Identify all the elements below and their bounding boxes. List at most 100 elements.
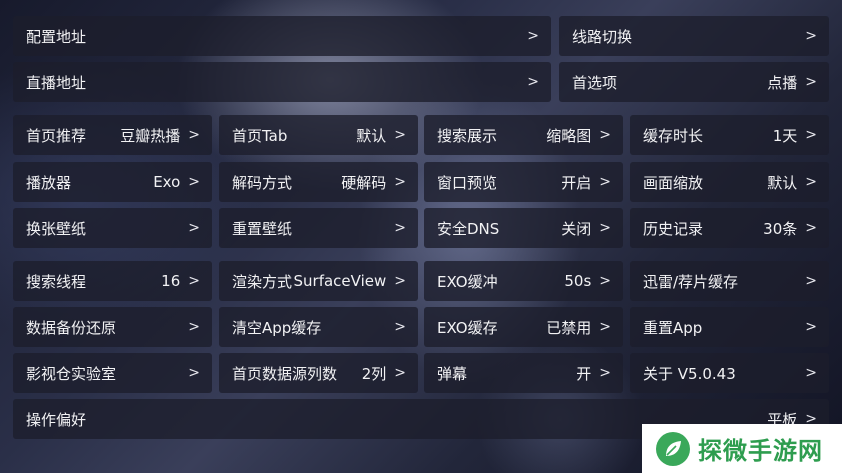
watermark: 探微手游网 xyxy=(642,424,842,473)
setting-right: > xyxy=(805,273,817,289)
setting-right: > xyxy=(527,28,539,44)
setting-label: 重置App xyxy=(643,318,703,337)
leaf-logo-icon xyxy=(656,431,690,466)
setting-item[interactable]: 解码方式 硬解码 > xyxy=(219,162,418,202)
setting-value: 开 xyxy=(576,364,592,383)
setting-label: 播放器 xyxy=(26,173,72,192)
chevron-right-icon: > xyxy=(394,319,406,335)
setting-item[interactable]: 首页数据源列数 2列 > xyxy=(219,353,418,393)
chevron-right-icon: > xyxy=(394,273,406,289)
setting-item[interactable]: 安全DNS 关闭 > xyxy=(424,208,623,248)
setting-item[interactable]: 搜索线程 16 > xyxy=(13,261,212,301)
setting-right: 1天 > xyxy=(773,125,817,146)
setting-item[interactable]: 搜索展示 缩略图 > xyxy=(424,115,623,155)
setting-right: SurfaceView > xyxy=(294,272,406,290)
chevron-right-icon: > xyxy=(599,127,611,143)
chevron-right-icon: > xyxy=(394,174,406,190)
setting-right: 默认 > xyxy=(356,125,406,146)
setting-label: 操作偏好 xyxy=(26,410,87,429)
setting-item[interactable]: 线路切换 > xyxy=(559,16,829,56)
setting-label: 渲染方式 xyxy=(232,272,293,291)
setting-right: > xyxy=(188,319,200,335)
setting-value: 硬解码 xyxy=(341,173,387,192)
chevron-right-icon: > xyxy=(394,127,406,143)
setting-right: 点播 > xyxy=(767,72,817,93)
setting-item[interactable]: EXO缓冲 50s > xyxy=(424,261,623,301)
setting-item[interactable]: 首页推荐 豆瓣热播 > xyxy=(13,115,212,155)
setting-item[interactable]: 首选项 点播 > xyxy=(559,62,829,102)
setting-right: > xyxy=(805,319,817,335)
setting-item[interactable]: 重置App > xyxy=(630,307,829,347)
chevron-right-icon: > xyxy=(188,220,200,236)
setting-value: 关闭 xyxy=(561,219,592,238)
setting-label: EXO缓存 xyxy=(437,318,498,337)
chevron-right-icon: > xyxy=(599,365,611,381)
setting-value: 2列 xyxy=(361,364,387,383)
setting-item[interactable]: 重置壁纸 > xyxy=(219,208,418,248)
setting-item[interactable]: 换张壁纸 > xyxy=(13,208,212,248)
setting-right: 开 > xyxy=(576,363,611,384)
setting-value: 已禁用 xyxy=(546,318,592,337)
setting-item[interactable]: 渲染方式 SurfaceView > xyxy=(219,261,418,301)
setting-right: > xyxy=(394,220,406,236)
chevron-right-icon: > xyxy=(394,365,406,381)
setting-item[interactable]: 弹幕开 > xyxy=(424,353,623,393)
chevron-right-icon: > xyxy=(527,28,539,44)
chevron-right-icon: > xyxy=(599,319,611,335)
setting-item[interactable]: EXO缓存 已禁用 > xyxy=(424,307,623,347)
setting-right: 30条 > xyxy=(763,218,817,239)
setting-value: 点播 xyxy=(767,73,798,92)
setting-right: Exo > xyxy=(153,173,200,191)
setting-item[interactable]: 播放器 Exo > xyxy=(13,162,212,202)
setting-value: 1天 xyxy=(772,126,798,145)
setting-item[interactable]: 画面缩放 默认 > xyxy=(630,162,829,202)
chevron-right-icon: > xyxy=(527,74,539,90)
setting-right: > xyxy=(805,28,817,44)
setting-item[interactable]: 首页Tab 默认 > xyxy=(219,115,418,155)
setting-right: 2列 > xyxy=(362,363,406,384)
setting-item[interactable]: 缓存时长 1天 > xyxy=(630,115,829,155)
setting-right: 已禁用 > xyxy=(546,317,611,338)
chevron-right-icon: > xyxy=(805,127,817,143)
setting-item[interactable]: 配置地址 > xyxy=(13,16,551,56)
setting-right: > xyxy=(188,365,200,381)
setting-label: 历史记录 xyxy=(643,219,704,238)
chevron-right-icon: > xyxy=(188,127,200,143)
setting-item[interactable]: 数据备份还原 > xyxy=(13,307,212,347)
setting-value: 16 xyxy=(161,272,181,290)
setting-label: 换张壁纸 xyxy=(26,219,87,238)
setting-label: 弹幕 xyxy=(437,364,468,383)
chevron-right-icon: > xyxy=(599,220,611,236)
setting-label: 解码方式 xyxy=(232,173,293,192)
setting-value: 缩略图 xyxy=(546,126,592,145)
setting-value: 50s xyxy=(564,272,592,290)
setting-label: 直播地址 xyxy=(26,73,87,92)
watermark-text: 探微手游网 xyxy=(698,437,823,465)
setting-item[interactable]: 窗口预览 开启 > xyxy=(424,162,623,202)
chevron-right-icon: > xyxy=(599,174,611,190)
setting-item[interactable]: 关于 V5.0.43 > xyxy=(630,353,829,393)
setting-label: 关于 V5.0.43 xyxy=(643,364,736,383)
setting-label: 安全DNS xyxy=(437,219,500,238)
setting-label: 数据备份还原 xyxy=(26,318,117,337)
setting-item[interactable]: 迅雷/荐片缓存 > xyxy=(630,261,829,301)
setting-right: 硬解码 > xyxy=(341,172,406,193)
setting-item[interactable]: 历史记录 30条 > xyxy=(630,208,829,248)
setting-label: 配置地址 xyxy=(26,27,87,46)
setting-value: SurfaceView xyxy=(293,272,387,290)
setting-label: 窗口预览 xyxy=(437,173,498,192)
setting-label: 影视仓实验室 xyxy=(26,364,117,383)
setting-item[interactable]: 影视仓实验室 > xyxy=(13,353,212,393)
setting-value: 默认 xyxy=(356,126,387,145)
chevron-right-icon: > xyxy=(805,174,817,190)
setting-right: 50s > xyxy=(564,272,611,290)
chevron-right-icon: > xyxy=(188,273,200,289)
setting-right: 关闭 > xyxy=(561,218,611,239)
chevron-right-icon: > xyxy=(188,365,200,381)
chevron-right-icon: > xyxy=(805,220,817,236)
setting-right: 缩略图 > xyxy=(546,125,611,146)
setting-item[interactable]: 直播地址 > xyxy=(13,62,551,102)
setting-label: 线路切换 xyxy=(572,27,633,46)
setting-right: 默认 > xyxy=(767,172,817,193)
setting-item[interactable]: 清空App缓存 > xyxy=(219,307,418,347)
